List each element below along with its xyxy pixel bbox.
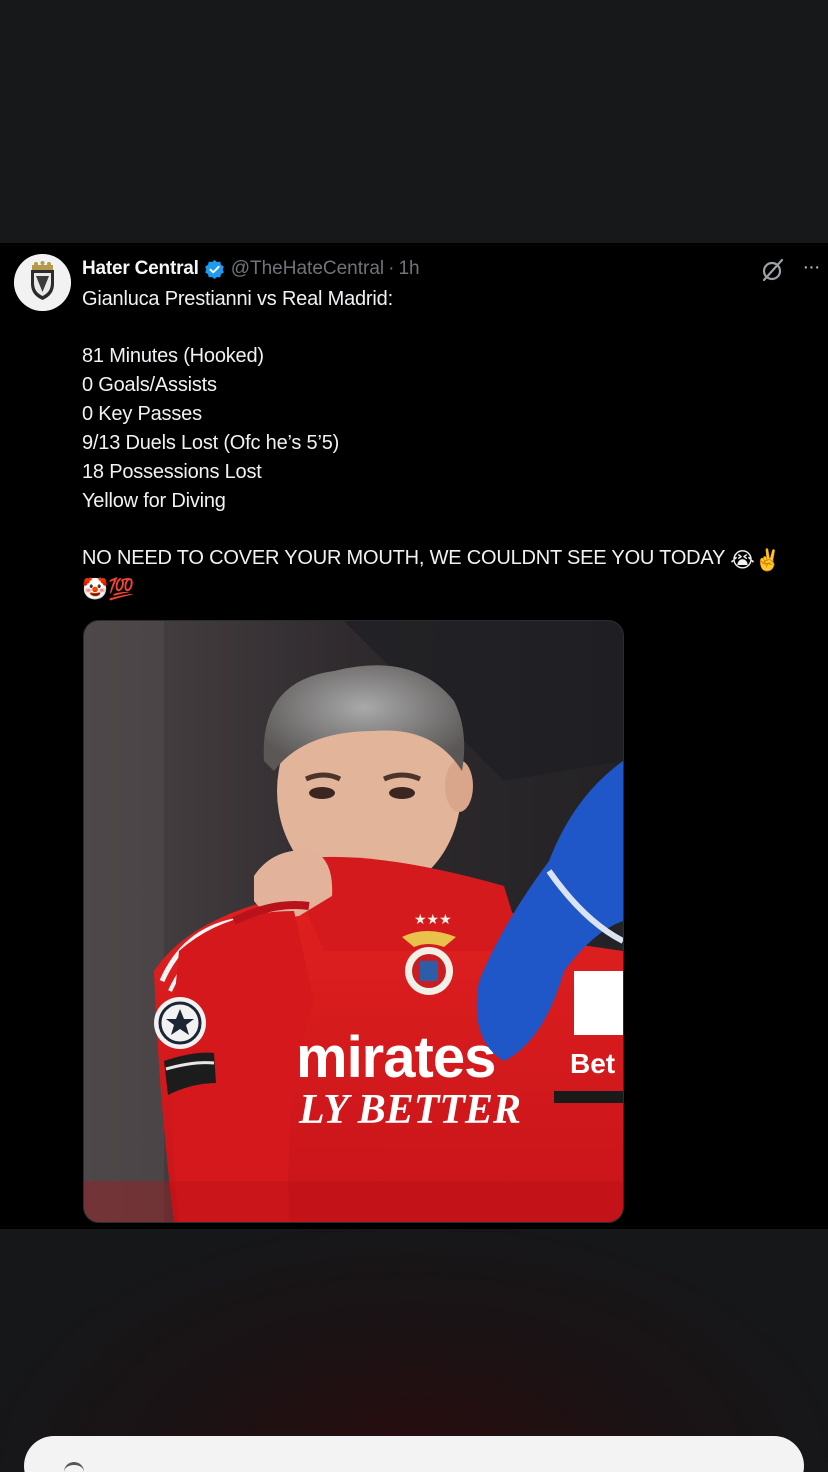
tweet-line-caps: NO NEED TO COVER YOUR MOUTH, WE COULDNT … bbox=[82, 544, 781, 573]
shirt-sponsor-top: mirates bbox=[296, 1025, 495, 1090]
crying-peace-emoji-icon: 😭✌️ bbox=[730, 549, 781, 572]
clown-hundred-emoji-icon: 🤡💯 bbox=[82, 578, 134, 601]
sleeve-sponsor: Bet bbox=[570, 1048, 615, 1079]
tweet-line-minutes: 81 Minutes (Hooked) bbox=[82, 345, 264, 367]
tweet-line-title: Gianluca Prestianni vs Real Madrid: bbox=[82, 288, 393, 310]
screen: Hater Central @TheHateCentral · 1h ··· G… bbox=[0, 0, 828, 1472]
display-name[interactable]: Hater Central bbox=[82, 258, 199, 280]
tweet-line-emoji: 🤡💯 bbox=[82, 573, 134, 602]
bottom-sheet[interactable] bbox=[24, 1436, 804, 1472]
tweet-line-yellow: Yellow for Diving bbox=[82, 490, 226, 512]
verified-badge-icon bbox=[204, 259, 225, 280]
tweet-line-goals: 0 Goals/Assists bbox=[82, 374, 217, 396]
more-options-icon[interactable]: ··· bbox=[798, 257, 824, 281]
tweet-line-duels: 9/13 Duels Lost (Ofc he’s 5’5) bbox=[82, 432, 340, 454]
handle[interactable]: @TheHateCentral bbox=[231, 258, 384, 280]
crest-logo-icon bbox=[14, 254, 71, 311]
top-backdrop bbox=[0, 0, 828, 243]
svg-text:★★★: ★★★ bbox=[414, 912, 452, 928]
tweet-line-possessions: 18 Possessions Lost bbox=[82, 461, 262, 483]
timestamp[interactable]: 1h bbox=[398, 258, 419, 280]
shirt-sponsor-bottom: LY BETTER bbox=[298, 1087, 521, 1133]
player-photo: ★★★ mirates LY BETTER Bet bbox=[84, 621, 623, 1222]
tweet-header: Hater Central @TheHateCentral · 1h bbox=[82, 256, 420, 282]
separator-dot: · bbox=[388, 258, 395, 279]
tweet-line-key-passes: 0 Key Passes bbox=[82, 403, 202, 425]
tweet-caps-text: NO NEED TO COVER YOUR MOUTH, WE COULDNT … bbox=[82, 547, 725, 569]
tweet-image[interactable]: ★★★ mirates LY BETTER Bet bbox=[83, 620, 624, 1223]
grok-icon[interactable] bbox=[760, 257, 786, 283]
avatar[interactable] bbox=[14, 254, 71, 311]
